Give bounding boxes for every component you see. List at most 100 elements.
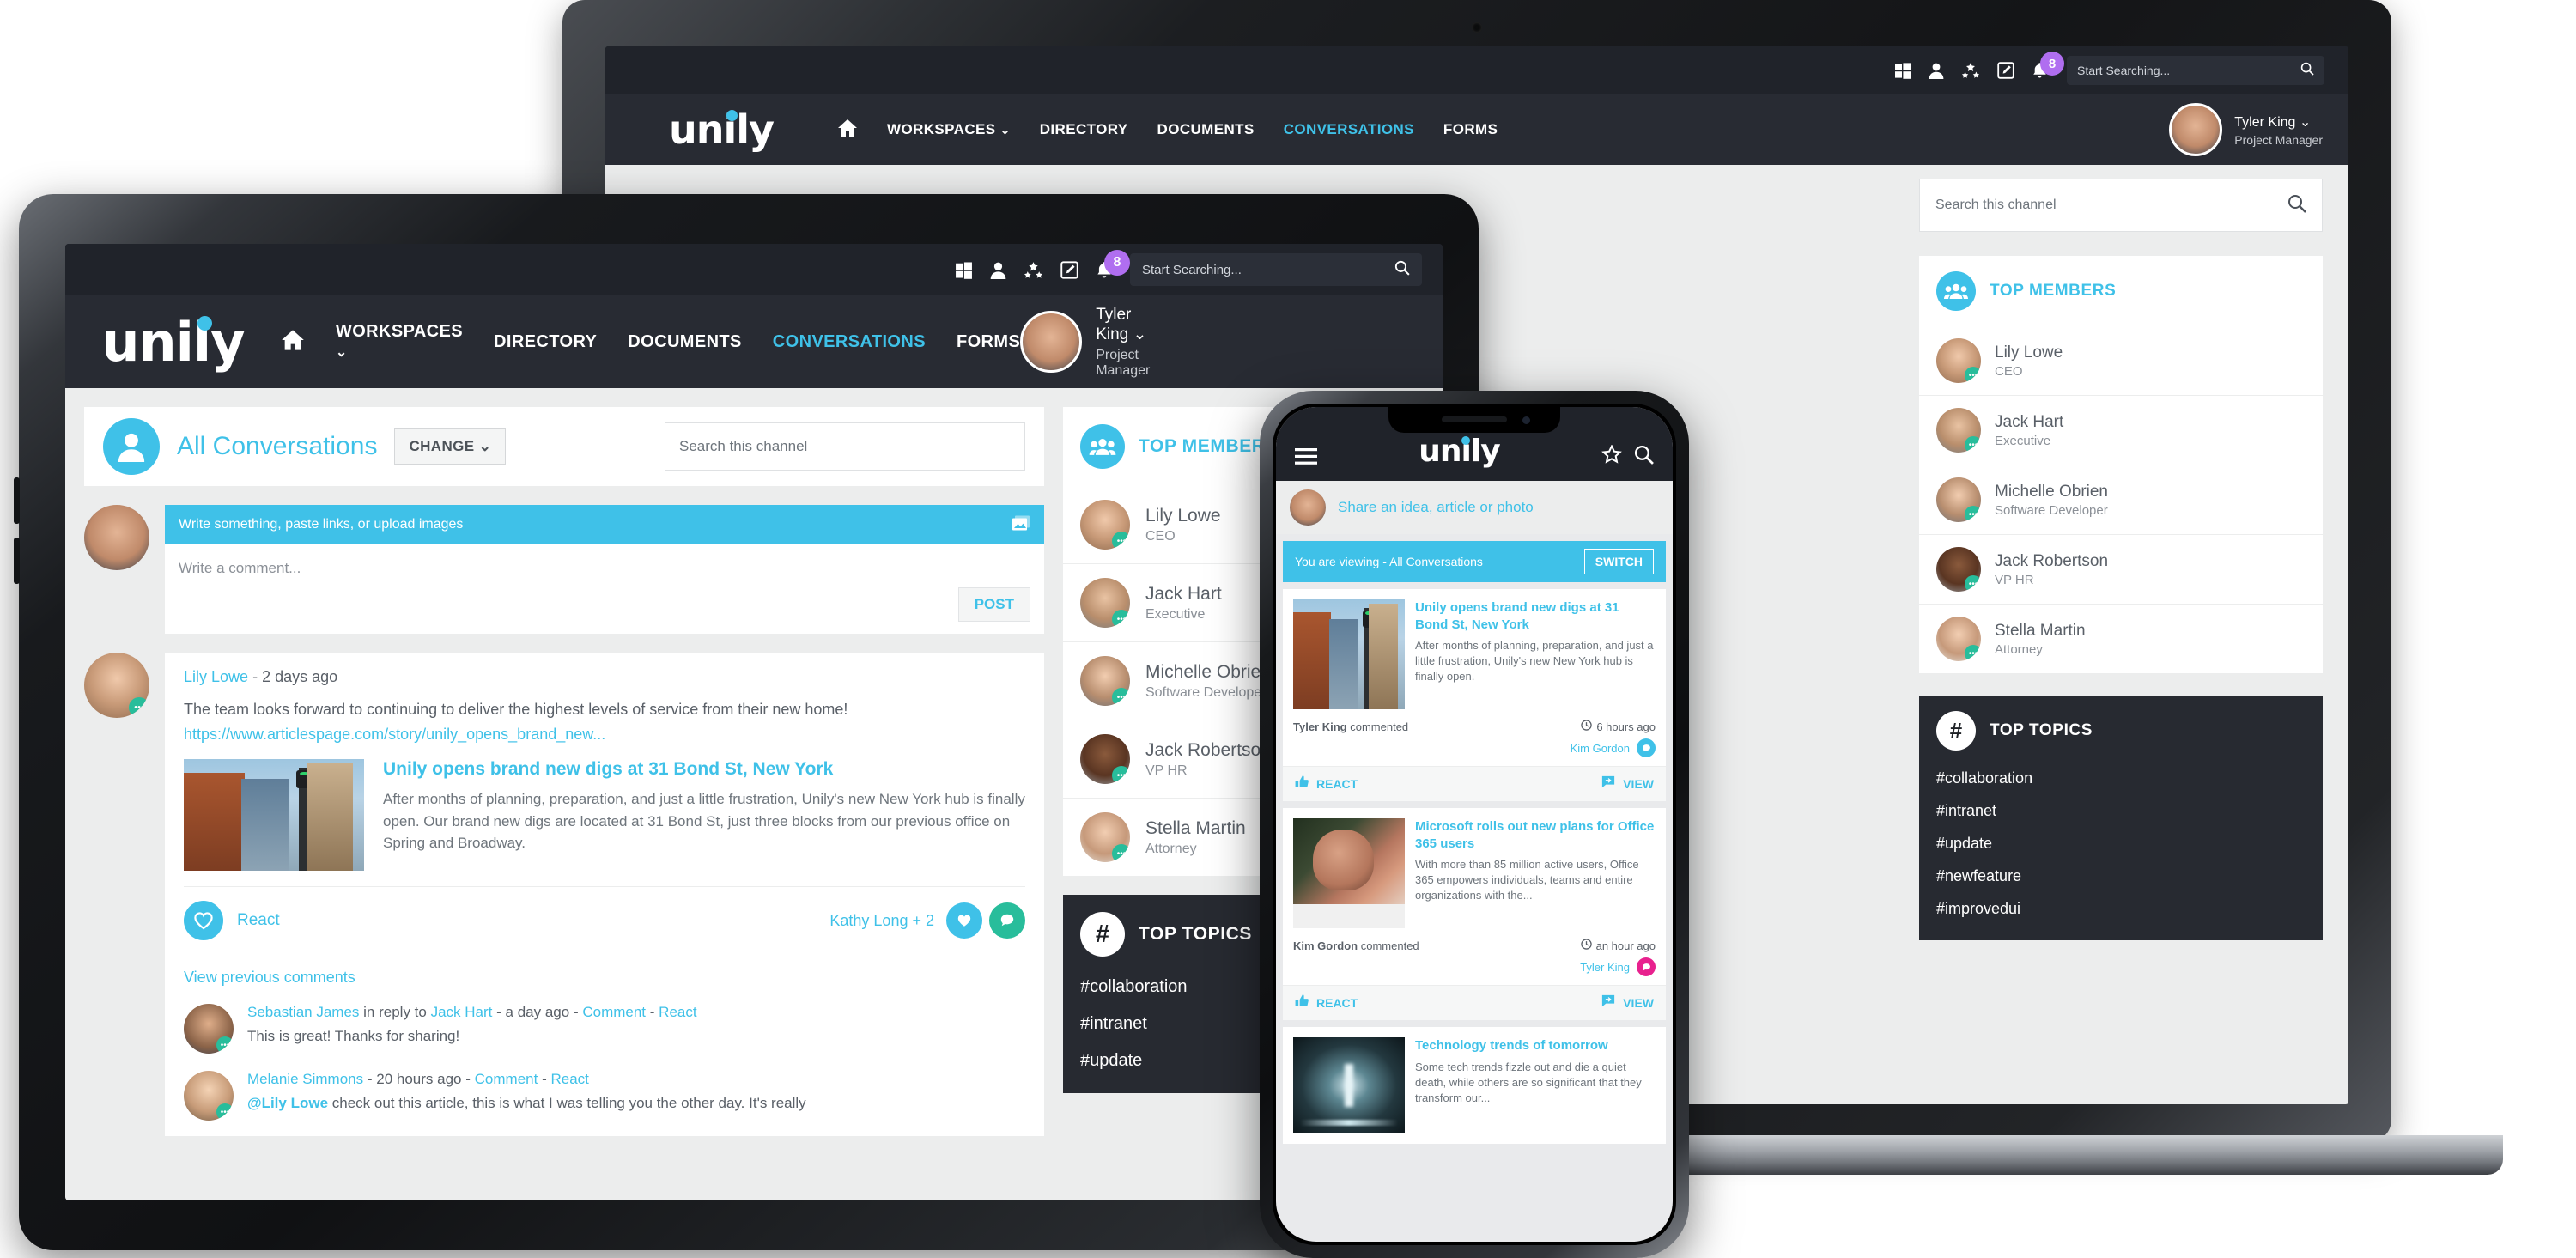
nav-item-documents[interactable]: DOCUMENTS bbox=[1157, 121, 1255, 138]
search-icon[interactable] bbox=[1634, 445, 1654, 469]
nav-item-conversations[interactable]: CONVERSATIONS bbox=[773, 332, 926, 352]
windows-icon[interactable] bbox=[1894, 62, 1911, 79]
change-channel-button[interactable]: CHANGE ⌄ bbox=[394, 428, 507, 465]
apps-icon[interactable] bbox=[1961, 62, 1980, 79]
comment-action-comment[interactable]: Comment bbox=[475, 1071, 538, 1087]
nav-item-workspaces[interactable]: WORKSPACES ⌄ bbox=[336, 322, 463, 362]
phone-feed-card[interactable]: Unily opens brand new digs at 31 Bond St… bbox=[1283, 589, 1666, 801]
card-react-action[interactable]: REACT bbox=[1295, 775, 1358, 793]
search-icon[interactable] bbox=[2300, 62, 2314, 80]
phone-camera bbox=[1522, 416, 1530, 424]
nav-item-conversations[interactable]: CONVERSATIONS bbox=[1284, 121, 1414, 138]
react-label[interactable]: React bbox=[237, 911, 280, 930]
brand-logo[interactable]: unily bbox=[65, 311, 281, 374]
tablet-channel-search[interactable]: Search this channel bbox=[665, 422, 1025, 471]
topic-item[interactable]: #improvedui bbox=[1936, 900, 2306, 918]
phone-share-bar[interactable]: Share an idea, article or photo bbox=[1276, 481, 1673, 534]
user-icon[interactable] bbox=[990, 261, 1006, 279]
card-react-action[interactable]: REACT bbox=[1295, 994, 1358, 1012]
comment-action-react[interactable]: React bbox=[659, 1004, 696, 1020]
nav-item-forms[interactable]: FORMS bbox=[1443, 121, 1498, 138]
brand-logo[interactable]: unily bbox=[1419, 434, 1500, 469]
topic-item[interactable]: #update bbox=[1936, 835, 2306, 853]
nav-item-directory[interactable]: DIRECTORY bbox=[1040, 121, 1128, 138]
topic-item[interactable]: #newfeature bbox=[1936, 867, 2306, 885]
card-view-label: VIEW bbox=[1623, 777, 1654, 791]
compose-icon[interactable] bbox=[1060, 260, 1078, 279]
phone-card-reactor: Tyler King bbox=[1283, 957, 1666, 985]
tablet-composer: Write something, paste links, or upload … bbox=[165, 505, 1044, 634]
post-reactors[interactable]: Kathy Long + 2 bbox=[829, 912, 934, 930]
nav-item-documents[interactable]: DOCUMENTS bbox=[628, 332, 742, 352]
card-title[interactable]: Unily opens brand new digs at 31 Bond St… bbox=[1415, 599, 1656, 633]
comment-mention[interactable]: @Lily Lowe bbox=[247, 1095, 328, 1111]
comment-author[interactable]: Sebastian James bbox=[247, 1004, 359, 1020]
nav-item-forms[interactable]: FORMS bbox=[957, 332, 1020, 352]
home-icon[interactable] bbox=[281, 329, 305, 356]
tablet-global-search[interactable]: Start Searching... bbox=[1130, 253, 1422, 286]
comment-body-block: Sebastian James in reply to Jack Hart - … bbox=[247, 1004, 697, 1054]
member-name: Michelle Obrien bbox=[1995, 482, 2108, 501]
phone-feed-card[interactable]: Technology trends of tomorrow Some tech … bbox=[1283, 1027, 1666, 1144]
search-icon[interactable] bbox=[1394, 260, 1410, 280]
list-item[interactable]: ••• Lily Lowe CEO bbox=[1919, 326, 2323, 396]
card-view-action[interactable]: VIEW bbox=[1601, 994, 1654, 1012]
list-item[interactable]: ••• Jack Robertson VP HR bbox=[1919, 535, 2323, 605]
image-upload-icon[interactable] bbox=[1012, 514, 1030, 536]
comment-action-comment[interactable]: Comment bbox=[582, 1004, 646, 1020]
home-icon[interactable] bbox=[837, 119, 858, 142]
bell-icon[interactable]: 8 bbox=[2032, 52, 2064, 79]
list-item[interactable]: ••• Stella Martin Attorney bbox=[1919, 605, 2323, 673]
search-icon[interactable] bbox=[2287, 194, 2306, 217]
avatar[interactable] bbox=[1020, 311, 1083, 373]
hamburger-icon[interactable] bbox=[1295, 448, 1317, 469]
phone-feed-card[interactable]: Microsoft rolls out new plans for Office… bbox=[1283, 808, 1666, 1020]
heart-icon[interactable] bbox=[184, 901, 223, 941]
card-title[interactable]: Technology trends of tomorrow bbox=[1415, 1037, 1656, 1054]
laptop-top-topics-header: # TOP TOPICS bbox=[1936, 711, 2306, 751]
list-item[interactable]: ••• Jack Hart Executive bbox=[1919, 396, 2323, 465]
comment-author[interactable]: Melanie Simmons bbox=[247, 1071, 363, 1087]
avatar[interactable] bbox=[2169, 103, 2223, 156]
nav-item-directory[interactable]: DIRECTORY bbox=[494, 332, 597, 352]
compose-icon[interactable] bbox=[1997, 62, 2014, 79]
laptop-user-profile[interactable]: Tyler King ⌄ Project Manager bbox=[2169, 103, 2323, 156]
card-title[interactable]: Microsoft rolls out new plans for Office… bbox=[1415, 818, 1656, 852]
list-item[interactable]: ••• Michelle Obrien Software Developer bbox=[1919, 465, 2323, 535]
post-link[interactable]: https://www.articlespage.com/story/unily… bbox=[184, 726, 1025, 744]
post-article-preview[interactable]: Unily opens brand new digs at 31 Bond St… bbox=[184, 759, 1025, 872]
member-role: Attorney bbox=[1995, 641, 2043, 657]
post-author[interactable]: Lily Lowe bbox=[184, 668, 248, 685]
view-previous-comments-link[interactable]: View previous comments bbox=[184, 969, 1025, 987]
topic-item[interactable]: #collaboration bbox=[1936, 769, 2306, 787]
phone-card-top: Unily opens brand new digs at 31 Bond St… bbox=[1283, 589, 1666, 720]
laptop-global-search[interactable]: Start Searching... bbox=[2067, 56, 2324, 85]
brand-logo[interactable]: unily bbox=[605, 106, 837, 153]
card-reactor[interactable]: Tyler King bbox=[1580, 961, 1630, 974]
card-view-action[interactable]: VIEW bbox=[1601, 775, 1654, 793]
tablet-volume-up[interactable] bbox=[14, 477, 20, 524]
tablet-user-profile[interactable]: Tyler King ⌄ Project Manager bbox=[1020, 306, 1168, 379]
card-reactor[interactable]: Kim Gordon bbox=[1571, 742, 1630, 755]
status-dot: ••• bbox=[1112, 532, 1130, 550]
member-name: Lily Lowe bbox=[1145, 505, 1221, 526]
laptop-channel-search[interactable]: Search this channel bbox=[1919, 179, 2323, 232]
composer-comment-area[interactable]: Write a comment... bbox=[165, 544, 1044, 587]
laptop-top-topics-list: #collaboration #intranet #update #newfea… bbox=[1936, 769, 2306, 918]
windows-icon[interactable] bbox=[955, 261, 973, 279]
post-button[interactable]: POST bbox=[957, 587, 1030, 622]
tablet-volume-down[interactable] bbox=[14, 538, 20, 584]
topic-item[interactable]: #intranet bbox=[1936, 802, 2306, 820]
phone-screen: unily Share an idea, article or photo Yo… bbox=[1276, 407, 1673, 1242]
bell-icon[interactable]: 8 bbox=[1096, 249, 1130, 279]
composer-prompt-bar[interactable]: Write something, paste links, or upload … bbox=[165, 505, 1044, 544]
nav-item-workspaces[interactable]: WORKSPACES ⌄ bbox=[887, 121, 1011, 138]
article-title[interactable]: Unily opens brand new digs at 31 Bond St… bbox=[383, 759, 1025, 780]
user-icon[interactable] bbox=[1929, 62, 1944, 79]
comment-action-react[interactable]: React bbox=[550, 1071, 588, 1087]
comment-reply-target[interactable]: Jack Hart bbox=[431, 1004, 493, 1020]
star-icon[interactable] bbox=[1601, 444, 1622, 469]
hash-icon: # bbox=[1080, 912, 1125, 957]
switch-channel-button[interactable]: SWITCH bbox=[1583, 549, 1654, 574]
apps-icon[interactable] bbox=[1024, 261, 1043, 279]
